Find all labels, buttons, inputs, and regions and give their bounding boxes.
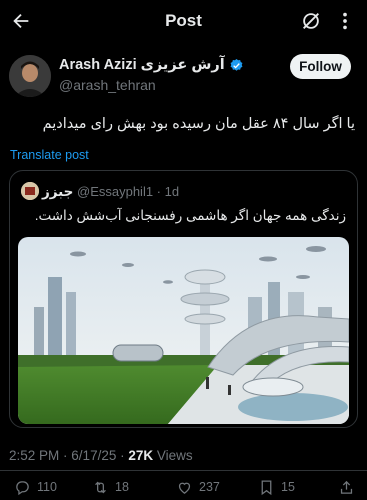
repost-icon <box>95 481 106 493</box>
reply-icon <box>16 480 29 495</box>
quoted-post-image[interactable] <box>18 237 349 424</box>
author-name-latin: Arash Azizi <box>59 57 137 73</box>
follow-button[interactable]: Follow <box>290 54 351 79</box>
quoted-post-text: زندگی همه جهان اگر هاشمی رفسنجانی آب‌شش … <box>34 208 346 223</box>
author-handle: @arash_tehran <box>59 77 156 93</box>
divider <box>0 470 367 471</box>
quoted-author-name: جبزز <box>42 184 74 199</box>
quoted-author-handle: @Essayphil1 · 1d <box>77 184 180 199</box>
more-options-button[interactable] <box>334 10 356 32</box>
views-label: Views <box>156 448 193 463</box>
author-avatar-image <box>9 55 51 97</box>
share-button[interactable] <box>338 478 355 496</box>
views-count: 27K <box>128 448 154 463</box>
post-time: 2:52 PM <box>9 448 60 463</box>
author-name[interactable]: Arash Azizi آرش عزیزی <box>59 57 244 73</box>
bookmark-icon <box>261 479 272 495</box>
grok-icon <box>303 13 319 29</box>
reply-button[interactable]: 110 <box>14 478 57 496</box>
reply-count: 110 <box>37 480 57 494</box>
repost-button[interactable]: 18 <box>92 478 129 496</box>
translate-post-link[interactable]: Translate post <box>10 148 89 162</box>
bookmark-count: 15 <box>281 480 295 494</box>
author-name-persian: آرش عزیزی <box>140 57 225 73</box>
share-icon <box>340 480 353 494</box>
post-meta: 2:52 PM · 6/17/25 · 27K Views <box>9 448 193 463</box>
repost-count: 18 <box>115 480 129 494</box>
quoted-post[interactable]: جبزز @Essayphil1 · 1d زندگی همه جهان اگر… <box>9 170 358 428</box>
quoted-avatar <box>21 182 39 200</box>
avatar[interactable] <box>9 55 51 97</box>
like-button[interactable]: 237 <box>176 478 220 496</box>
more-vertical-icon <box>343 12 347 30</box>
verified-badge-icon <box>230 58 243 71</box>
post-text: یا اگر سال ۸۴ عقل مان رسیده بود بهش رای … <box>42 116 355 132</box>
bookmark-button[interactable]: 15 <box>258 478 295 496</box>
post-date: 6/17/25 <box>71 448 117 463</box>
like-count: 237 <box>199 480 220 494</box>
grok-button[interactable] <box>300 10 322 32</box>
heart-icon <box>178 482 191 494</box>
